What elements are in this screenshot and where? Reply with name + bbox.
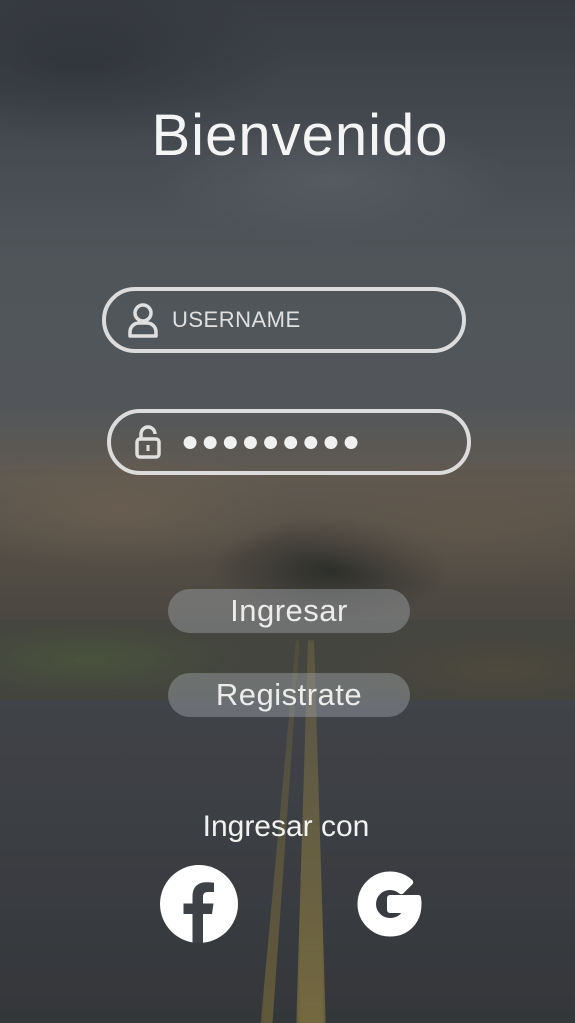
lock-icon (131, 423, 165, 461)
password-field[interactable]: ●●●●●●●●● (107, 409, 471, 475)
facebook-login-button[interactable] (159, 864, 239, 949)
username-field[interactable] (102, 287, 466, 353)
google-login-button[interactable] (350, 866, 430, 946)
login-button[interactable]: Ingresar (168, 589, 410, 633)
register-button[interactable]: Registrate (168, 673, 410, 717)
password-input[interactable]: ●●●●●●●●● (181, 425, 362, 459)
user-icon (126, 301, 160, 339)
social-login-label: Ingresar con (202, 810, 370, 843)
page-title: Bienvenido (151, 103, 449, 168)
username-input[interactable] (172, 307, 432, 333)
google-icon (350, 864, 430, 949)
facebook-icon (159, 864, 239, 949)
